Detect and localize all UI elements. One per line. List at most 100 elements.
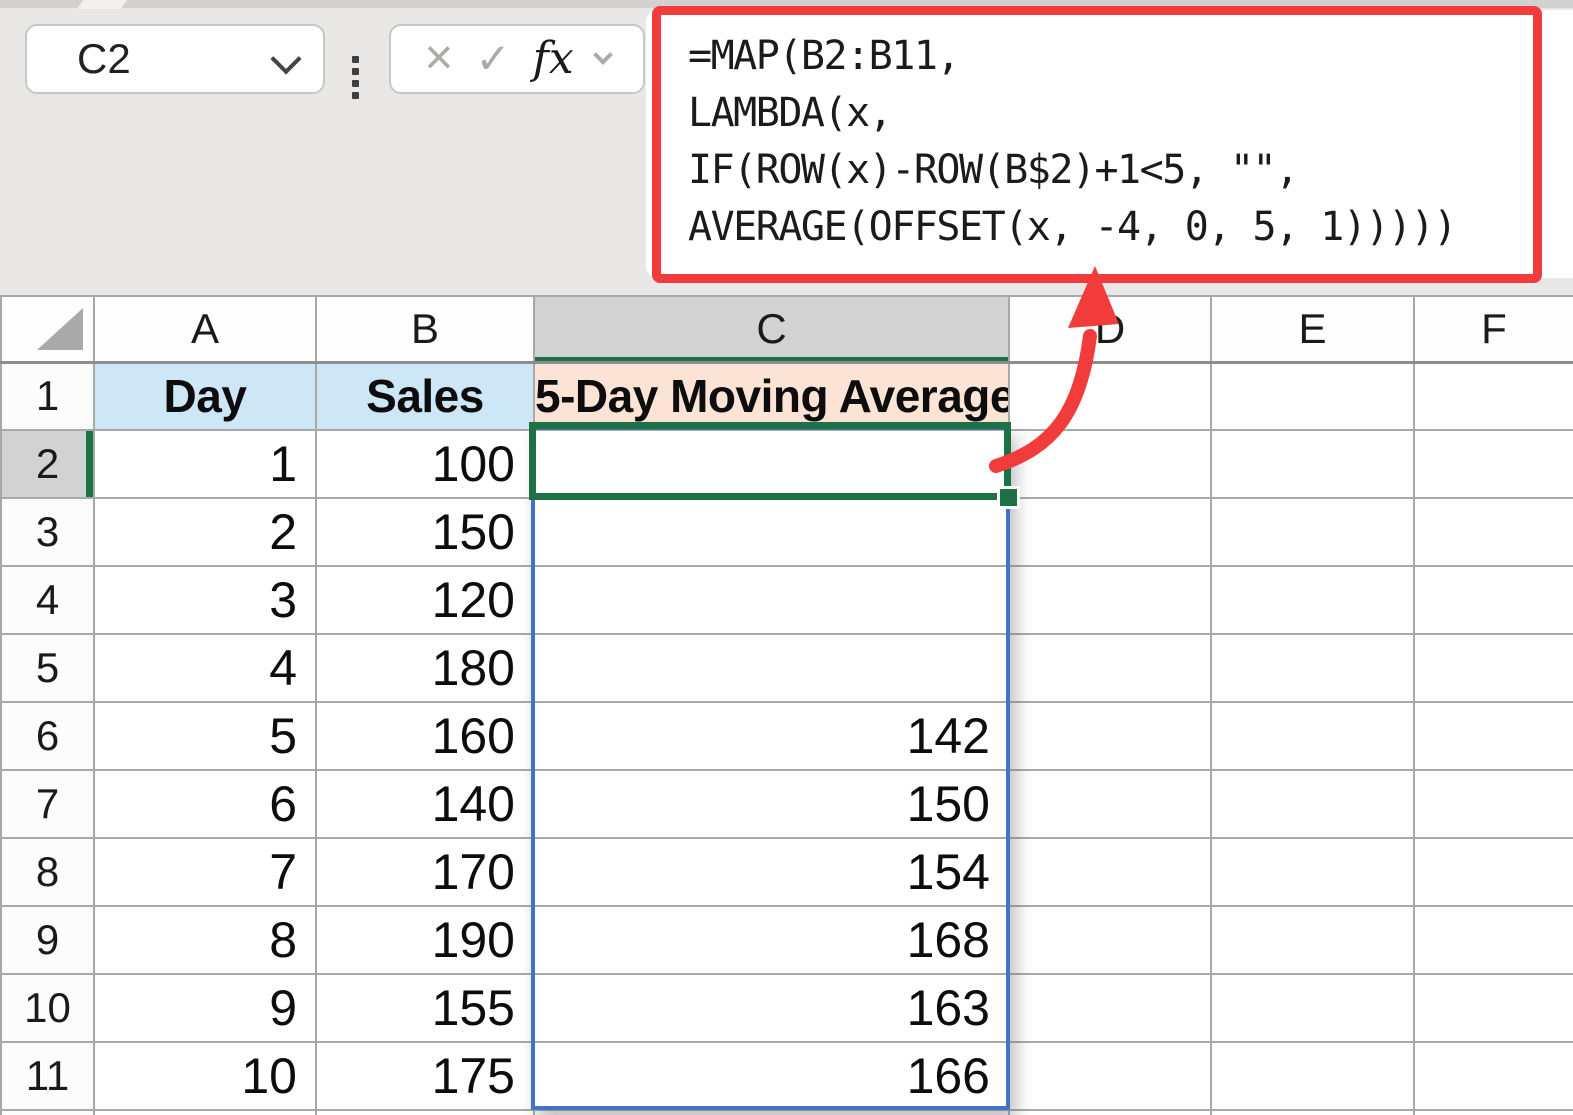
cell-B10[interactable]: 155 [315, 973, 535, 1043]
cell-C12[interactable] [533, 1109, 1010, 1115]
cell-B12[interactable] [315, 1109, 535, 1115]
cell-C3[interactable] [533, 497, 1010, 567]
column-header-F[interactable]: F [1413, 295, 1573, 364]
row-header-11[interactable]: 11 [0, 1041, 95, 1111]
cell-B6[interactable]: 160 [315, 701, 535, 771]
row-header-5[interactable]: 5 [0, 633, 95, 703]
cell-E2[interactable] [1210, 429, 1415, 499]
cell-F7[interactable] [1413, 769, 1573, 839]
cell-D11[interactable] [1008, 1041, 1212, 1111]
cell-A4[interactable]: 3 [93, 565, 317, 635]
cell-E11[interactable] [1210, 1041, 1415, 1111]
cell-A5[interactable]: 4 [93, 633, 317, 703]
cell-C7[interactable]: 150 [533, 769, 1010, 839]
cell-C11[interactable]: 166 [533, 1041, 1010, 1111]
cell-B8[interactable]: 170 [315, 837, 535, 907]
cell-E9[interactable] [1210, 905, 1415, 975]
cell-D9[interactable] [1008, 905, 1212, 975]
cell-B7[interactable]: 140 [315, 769, 535, 839]
cell-A2[interactable]: 1 [93, 429, 317, 499]
cell-F10[interactable] [1413, 973, 1573, 1043]
cell-C8[interactable]: 154 [533, 837, 1010, 907]
cell-B1[interactable]: Sales [315, 361, 535, 431]
cell-F3[interactable] [1413, 497, 1573, 567]
cell-D6[interactable] [1008, 701, 1212, 771]
cell-A8[interactable]: 7 [93, 837, 317, 907]
cell-B5[interactable]: 180 [315, 633, 535, 703]
select-all-corner[interactable] [0, 295, 95, 364]
cell-B4[interactable]: 120 [315, 565, 535, 635]
cell-F1[interactable] [1413, 361, 1573, 431]
formula-text[interactable]: =MAP(B2:B11, LAMBDA(x, IF(ROW(x)-ROW(B$2… [688, 28, 1528, 256]
cell-D7[interactable] [1008, 769, 1212, 839]
cell-F6[interactable] [1413, 701, 1573, 771]
column-header-A[interactable]: A [93, 295, 317, 364]
column-header-B[interactable]: B [315, 295, 535, 364]
cell-E12[interactable] [1210, 1109, 1415, 1115]
column-header-E[interactable]: E [1210, 295, 1415, 364]
cell-E4[interactable] [1210, 565, 1415, 635]
cell-A11[interactable]: 10 [93, 1041, 317, 1111]
column-header-D[interactable]: D [1008, 295, 1212, 364]
chevron-down-icon[interactable] [270, 43, 302, 75]
cell-F8[interactable] [1413, 837, 1573, 907]
cell-A10[interactable]: 9 [93, 973, 317, 1043]
row-header-6[interactable]: 6 [0, 701, 95, 771]
cell-B3[interactable]: 150 [315, 497, 535, 567]
cell-F2[interactable] [1413, 429, 1573, 499]
cell-D12[interactable] [1008, 1109, 1212, 1115]
cell-E10[interactable] [1210, 973, 1415, 1043]
cell-D5[interactable] [1008, 633, 1212, 703]
formula-bar-drag-handle[interactable] [352, 56, 360, 104]
row-header-9[interactable]: 9 [0, 905, 95, 975]
cell-A7[interactable]: 6 [93, 769, 317, 839]
cell-A3[interactable]: 2 [93, 497, 317, 567]
cell-D1[interactable] [1008, 361, 1212, 431]
cell-D10[interactable] [1008, 973, 1212, 1043]
cell-A12[interactable] [93, 1109, 317, 1115]
row-header-10[interactable]: 10 [0, 973, 95, 1043]
cell-D3[interactable] [1008, 497, 1212, 567]
insert-function-icon[interactable]: fx [533, 37, 574, 81]
row-header-stub[interactable] [0, 1109, 95, 1115]
cell-D4[interactable] [1008, 565, 1212, 635]
cell-E7[interactable] [1210, 769, 1415, 839]
cell-E3[interactable] [1210, 497, 1415, 567]
cell-E1[interactable] [1210, 361, 1415, 431]
cell-B9[interactable]: 190 [315, 905, 535, 975]
cell-F11[interactable] [1413, 1041, 1573, 1111]
cell-B2[interactable]: 100 [315, 429, 535, 499]
cell-A9[interactable]: 8 [93, 905, 317, 975]
column-header-C[interactable]: C [533, 295, 1010, 364]
cell-C2[interactable] [533, 429, 1010, 499]
name-box[interactable]: C2 [25, 24, 325, 94]
cell-F9[interactable] [1413, 905, 1573, 975]
cell-E8[interactable] [1210, 837, 1415, 907]
cell-C10[interactable]: 163 [533, 973, 1010, 1043]
cell-D8[interactable] [1008, 837, 1212, 907]
cell-C1[interactable]: 5-Day Moving Average [533, 361, 1010, 431]
cell-C9[interactable]: 168 [533, 905, 1010, 975]
cell-E5[interactable] [1210, 633, 1415, 703]
cell-D2[interactable] [1008, 429, 1212, 499]
cell-F5[interactable] [1413, 633, 1573, 703]
cell-F12[interactable] [1413, 1109, 1573, 1115]
cell-A1[interactable]: Day [93, 361, 317, 431]
row-header-1[interactable]: 1 [0, 361, 95, 431]
cell-F4[interactable] [1413, 565, 1573, 635]
row-header-3[interactable]: 3 [0, 497, 95, 567]
cancel-icon[interactable]: × [424, 32, 453, 82]
fill-handle[interactable] [1000, 489, 1017, 506]
row-header-4[interactable]: 4 [0, 565, 95, 635]
cell-B11[interactable]: 175 [315, 1041, 535, 1111]
cell-C5[interactable] [533, 633, 1010, 703]
chevron-down-icon[interactable] [592, 45, 613, 65]
row-header-2[interactable]: 2 [0, 429, 95, 499]
row-header-7[interactable]: 7 [0, 769, 95, 839]
row-header-8[interactable]: 8 [0, 837, 95, 907]
cell-A6[interactable]: 5 [93, 701, 317, 771]
cell-C6[interactable]: 142 [533, 701, 1010, 771]
cell-E6[interactable] [1210, 701, 1415, 771]
cell-C4[interactable] [533, 565, 1010, 635]
confirm-icon[interactable]: ✓ [475, 38, 510, 80]
